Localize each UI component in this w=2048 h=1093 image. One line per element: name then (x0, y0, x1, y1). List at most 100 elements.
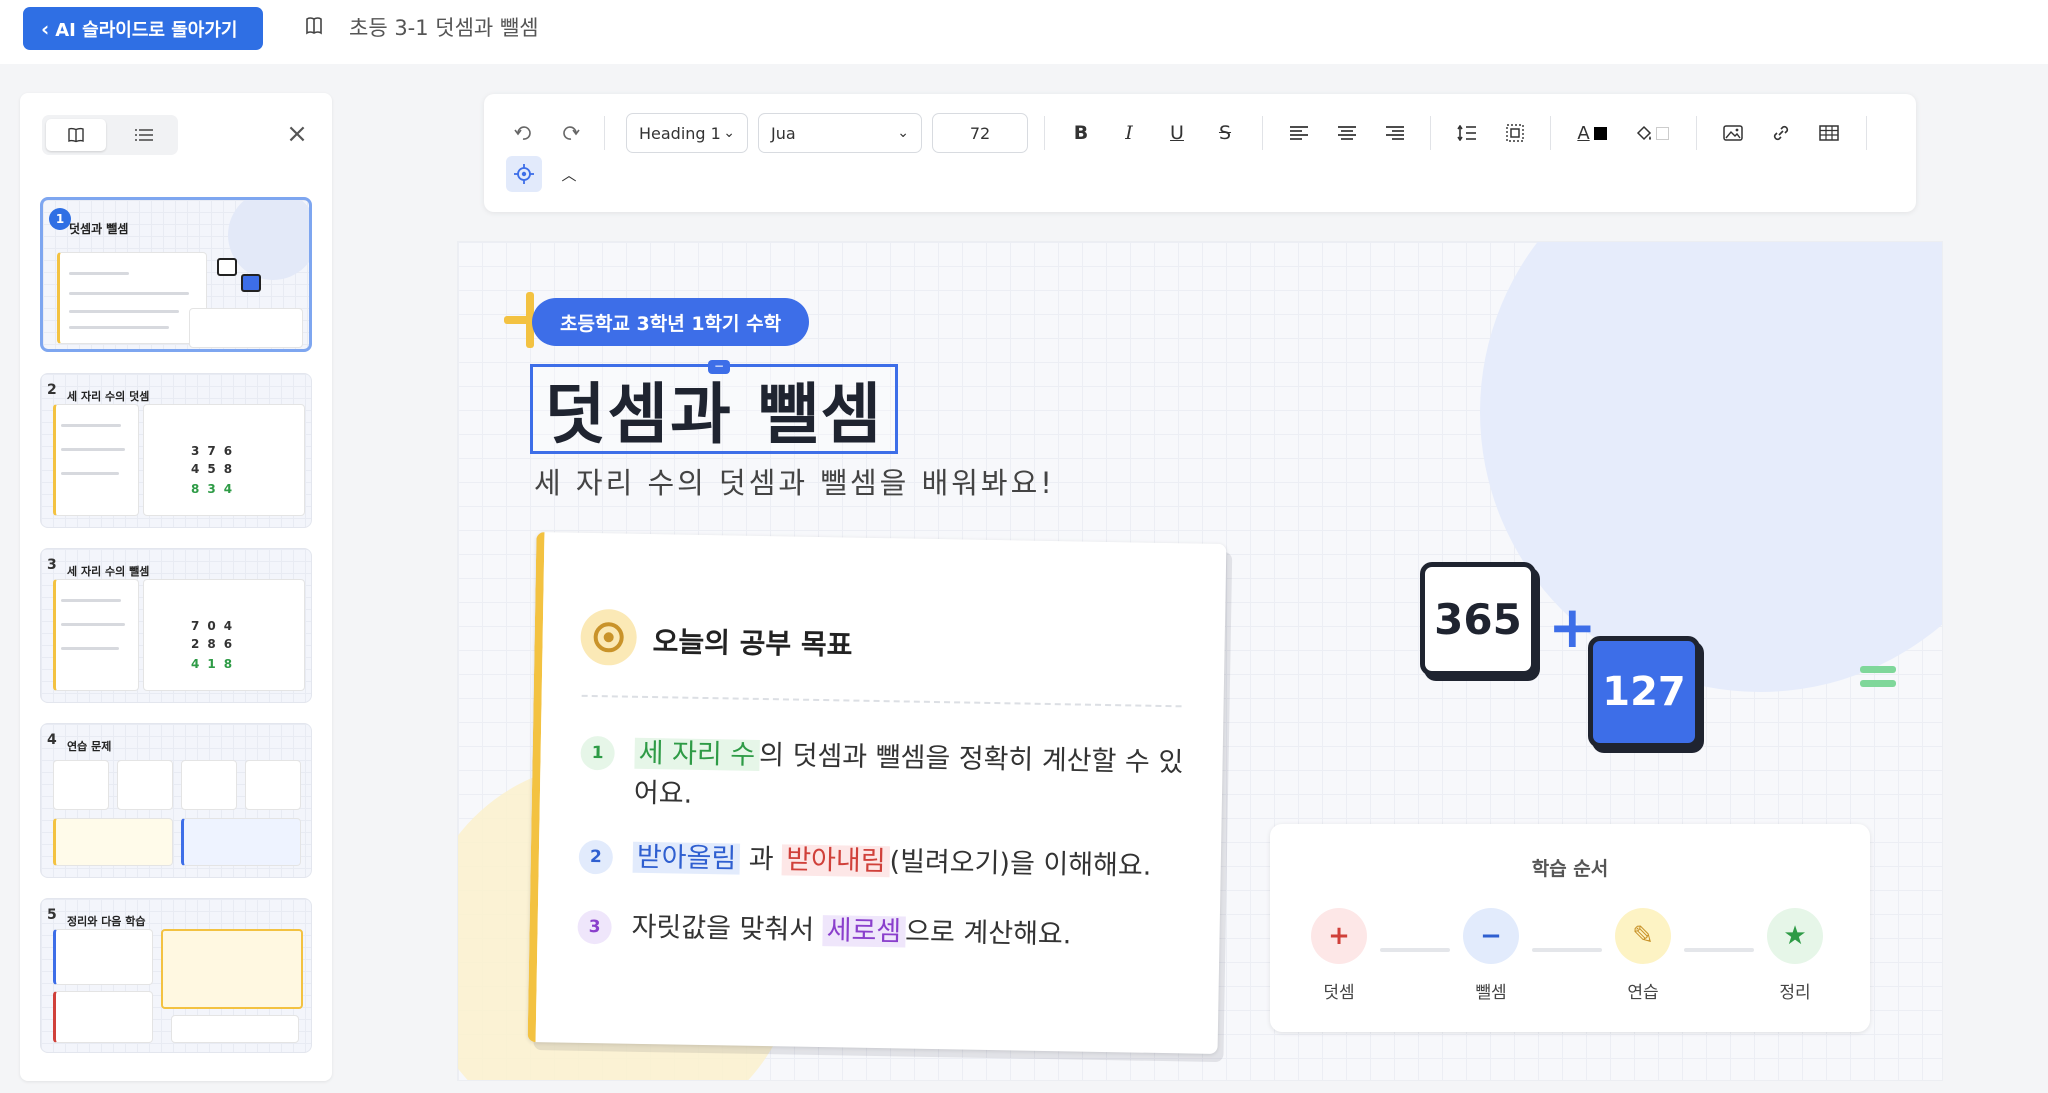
goal-highlight: 세 자리 수 (634, 737, 760, 771)
align-left-icon[interactable] (1282, 113, 1316, 153)
slide-thumbnail-2[interactable]: 2 세 자리 수의 덧셈 376 458 834 (40, 373, 312, 528)
number-box-127[interactable]: 127 (1588, 636, 1700, 748)
font-select[interactable]: Jua ⌄ (758, 113, 922, 153)
table-icon[interactable] (1812, 113, 1846, 153)
chevron-left-icon: ‹ (41, 16, 50, 41)
slide-thumbnail-5[interactable]: 5 정리와 다음 학습 (40, 898, 312, 1053)
back-button-label: AI 슬라이드로 돌아가기 (55, 19, 238, 41)
steps-title: 학습 순서 (1531, 858, 1609, 880)
book-icon (68, 127, 84, 143)
slide-title[interactable]: 덧셈과 뺄셈 (530, 364, 898, 454)
equals-sign (1860, 666, 1896, 692)
goal-text: 받아올림 과 받아내림 (빌려오기)을 이해해요. (632, 838, 1193, 888)
resize-handle[interactable]: − (708, 360, 730, 374)
align-center-icon[interactable] (1330, 113, 1364, 153)
goal-highlight: 받아내림 (781, 844, 890, 878)
thumbnail-number: 5 (47, 907, 57, 923)
pencil-icon: ✎ (1615, 908, 1671, 964)
step-item: + 덧셈 (1294, 908, 1384, 1003)
fill-color-swatch (1656, 126, 1669, 140)
heading-select-value: Heading 1 (639, 123, 721, 143)
target-icon[interactable] (506, 156, 542, 192)
step-item: ★ 정리 (1750, 908, 1840, 1003)
undo-icon[interactable] (508, 113, 538, 153)
goal-number: 3 (577, 909, 612, 945)
goal-pre: 자릿값을 맞춰서 (631, 911, 815, 946)
slide-thumbnail-3[interactable]: 3 세 자리 수의 뺄셈 704 286 418 (40, 548, 312, 703)
goal-highlight: 받아올림 (632, 841, 741, 875)
divider (581, 694, 1182, 708)
chevron-up-icon[interactable]: ︿ (554, 156, 584, 192)
goal-item: 1 세 자리 수의 덧셈과 뺄셈을 정확히 계산할 수 있어요. (579, 733, 1200, 834)
thumbnail-title: 정리와 다음 학습 (67, 915, 146, 928)
number-box-365[interactable]: 365 (1420, 562, 1536, 676)
goal-text: 자릿값을 맞춰서 세로셈 으로 계산해요. (631, 908, 1192, 958)
heading-select[interactable]: Heading 1 ⌄ (626, 113, 748, 153)
thumbnail-title: 세 자리 수의 덧셈 (67, 390, 150, 403)
learning-steps-card[interactable]: 학습 순서 + 덧셈 − 뺄셈 ✎ 연습 ★ 정리 (1270, 824, 1870, 1032)
text-color-icon[interactable]: A (1570, 113, 1614, 153)
thumbnail-number: 2 (47, 382, 57, 398)
thumbnail-title: 덧셈과 뺄셈 (69, 222, 129, 236)
slide-thumbnail-1[interactable]: 1 덧셈과 뺄셈 (40, 197, 312, 352)
goal-text: 세 자리 수의 덧셈과 뺄셈을 정확히 계산할 수 있어요. (634, 734, 1195, 824)
list-icon (135, 129, 153, 141)
goal-highlight: 세로셈 (822, 915, 906, 948)
bold-icon[interactable]: B (1064, 113, 1098, 153)
step-label: 뺄셈 (1475, 983, 1507, 1003)
document-title: 초등 3-1 덧셈과 뺄셈 (349, 16, 539, 40)
book-icon (305, 16, 327, 40)
goal-number: 1 (580, 735, 615, 771)
back-to-ai-slides-button[interactable]: ‹ AI 슬라이드로 돌아가기 (23, 7, 263, 50)
star-icon: ★ (1767, 908, 1823, 964)
strikethrough-icon[interactable]: S (1208, 113, 1242, 153)
image-icon[interactable] (1716, 113, 1750, 153)
close-icon[interactable]: × (282, 119, 312, 149)
line-height-icon[interactable] (1450, 113, 1484, 153)
text-color-swatch (1593, 126, 1607, 140)
view-toggle (42, 115, 178, 155)
step-item: − 뺄셈 (1446, 908, 1536, 1003)
link-icon[interactable] (1764, 113, 1798, 153)
thumbnail-number: 4 (47, 732, 57, 748)
step-label: 정리 (1779, 983, 1811, 1003)
minus-icon: − (1463, 908, 1519, 964)
slide-canvas[interactable]: 초등학교 3학년 1학기 수학 덧셈과 뺄셈 − 세 자리 수의 덧셈과 뺄셈을… (458, 242, 1942, 1080)
italic-icon[interactable]: I (1112, 113, 1146, 153)
slide-thumbnail-4[interactable]: 4 연습 문제 (40, 723, 312, 878)
font-select-value: Jua (771, 123, 796, 143)
goal-item: 2 받아올림 과 받아내림 (빌려오기)을 이해해요. (578, 837, 1199, 892)
redo-icon[interactable] (556, 113, 586, 153)
underline-icon[interactable]: U (1160, 113, 1194, 153)
fill-color-icon[interactable] (1630, 113, 1674, 153)
step-item: ✎ 연습 (1598, 908, 1688, 1003)
slide-sidebar: × 1 덧셈과 뺄셈 2 세 자리 수의 덧셈 376 458 834 3 세 … (20, 93, 332, 1081)
subject-badge[interactable]: 초등학교 3학년 1학기 수학 (532, 298, 810, 346)
padding-icon[interactable] (1498, 113, 1532, 153)
learning-goals-card[interactable]: 오늘의 공부 목표 1 세 자리 수의 덧셈과 뺄셈을 정확히 계산할 수 있어… (527, 532, 1227, 1054)
thumbnail-view-button[interactable] (46, 119, 106, 151)
thumbnail-title: 연습 문제 (67, 740, 112, 753)
align-right-icon[interactable] (1378, 113, 1412, 153)
goal-number: 2 (578, 839, 614, 875)
goal-mid: 과 (748, 843, 774, 876)
chevron-down-icon: ⌄ (723, 125, 735, 141)
thumbnail-number: 1 (49, 208, 71, 230)
list-view-button[interactable] (114, 119, 174, 151)
goal-rest: (빌려오기)을 이해해요. (889, 846, 1152, 882)
slide-subtitle[interactable]: 세 자리 수의 덧셈과 뺄셈을 배워봐요! (534, 460, 1055, 502)
top-bar: ‹ AI 슬라이드로 돌아가기 초등 3-1 덧셈과 뺄셈 (0, 0, 2048, 64)
editor-toolbar: Heading 1 ⌄ Jua ⌄ 72 B I U S A ︿ (484, 94, 1916, 212)
chevron-down-icon: ⌄ (897, 125, 909, 141)
step-label: 연습 (1627, 983, 1659, 1003)
target-icon (580, 608, 638, 666)
thumbnail-title: 세 자리 수의 뺄셈 (67, 565, 150, 578)
font-size-input[interactable]: 72 (932, 113, 1028, 153)
thumbnail-number: 3 (47, 557, 57, 573)
goal-card-title: 오늘의 공부 목표 (652, 625, 853, 662)
goal-item: 3 자릿값을 맞춰서 세로셈 으로 계산해요. (577, 907, 1198, 962)
plus-icon: + (1311, 908, 1367, 964)
goal-rest: 으로 계산해요. (904, 916, 1072, 951)
step-label: 덧셈 (1323, 983, 1355, 1003)
font-size-value: 72 (969, 123, 991, 143)
